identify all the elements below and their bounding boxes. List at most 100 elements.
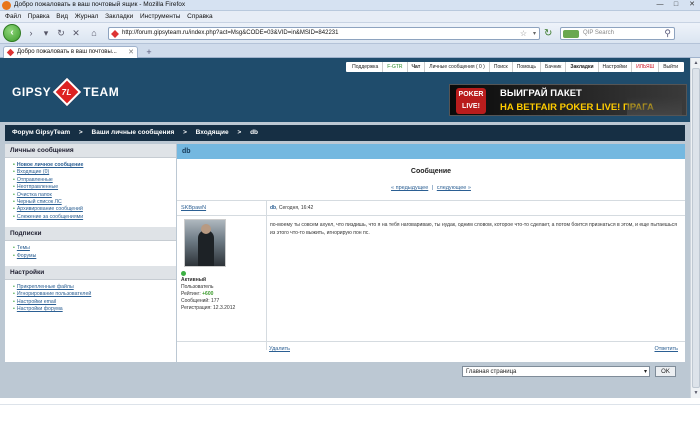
reply-link[interactable]: Ответить bbox=[654, 346, 678, 352]
nav-messages[interactable]: Личные сообщения ( 0 ) bbox=[425, 62, 490, 72]
sidebar-item-archive[interactable]: Архивирование сообщений bbox=[13, 206, 170, 213]
firefox-icon bbox=[2, 1, 11, 10]
avatar bbox=[184, 219, 226, 267]
minimize-button[interactable]: — bbox=[654, 0, 666, 9]
vertical-scrollbar[interactable]: ▲ ▼ bbox=[690, 58, 700, 398]
search-icon[interactable]: ⚲ bbox=[664, 28, 671, 39]
message-header: db bbox=[177, 144, 685, 159]
author-registration: Регистрация: 12.3.2012 bbox=[181, 305, 236, 311]
reload-icon[interactable]: ↻ bbox=[55, 27, 67, 39]
message-time: , Сегодня, 16:42 bbox=[276, 205, 314, 211]
home-icon[interactable]: ⌂ bbox=[88, 27, 100, 39]
site-favicon-icon bbox=[111, 30, 119, 38]
page-viewport: Поддержка F-GTR Чат Личные сообщения ( 0… bbox=[0, 58, 690, 398]
go-icon[interactable]: ↻ bbox=[544, 27, 556, 40]
sidebar-item-new-message[interactable]: Новое личное сообщение bbox=[13, 162, 170, 169]
forward-icon[interactable]: › bbox=[25, 27, 37, 39]
ok-button[interactable]: OK bbox=[655, 366, 676, 377]
maximize-button[interactable]: □ bbox=[670, 0, 682, 9]
bookmark-star-icon[interactable]: ☆ bbox=[520, 29, 527, 38]
sidebar-item-inbox[interactable]: Входящие (0) bbox=[13, 169, 170, 176]
sidebar-item-ignore-users[interactable]: Игнорирование пользователей bbox=[13, 291, 170, 298]
nav-settings[interactable]: Настройки bbox=[599, 62, 633, 72]
sidebar-item-sent[interactable]: Отправленные bbox=[13, 177, 170, 184]
sidebar-section-title: Настройки bbox=[5, 266, 176, 281]
delete-link[interactable]: Удалить bbox=[269, 346, 290, 352]
author-name[interactable]: SKBpawN bbox=[181, 205, 206, 211]
search-box[interactable]: QIP Search ⚲ bbox=[560, 27, 675, 40]
breadcrumb-inbox[interactable]: Входящие bbox=[196, 129, 229, 136]
tab-label[interactable]: Добро пожаловать в ваш почтовы... bbox=[17, 49, 117, 55]
nav-fgtr[interactable]: F-GTR bbox=[383, 62, 408, 72]
sidebar-item-tracking[interactable]: Слежение за сообщениями bbox=[13, 214, 170, 221]
sidebar-item-forums[interactable]: Форумы bbox=[13, 253, 170, 260]
author-status: Активный bbox=[181, 277, 207, 283]
nav-bookmarks[interactable]: Закладки bbox=[566, 62, 599, 72]
search-placeholder[interactable]: QIP Search bbox=[583, 30, 614, 36]
navigation-toolbar: ‹ › ▾ ↻ ✕ ⌂ http://forum.gipsyteam.ru/in… bbox=[0, 23, 700, 44]
breadcrumb-forum[interactable]: Форум GipsyTeam bbox=[12, 129, 70, 136]
scroll-up-icon[interactable]: ▲ bbox=[692, 59, 700, 67]
site-top-nav: Поддержка F-GTR Чат Личные сообщения ( 0… bbox=[346, 62, 684, 72]
search-engine-icon[interactable] bbox=[563, 30, 579, 38]
author-group: Пользователь bbox=[181, 284, 214, 290]
message-nav: « предыдущее | следующее » bbox=[177, 185, 685, 191]
dropdown-history-icon[interactable]: ▾ bbox=[40, 27, 52, 39]
tab-active[interactable]: Добро пожаловать в ваш почтовы... ✕ bbox=[3, 46, 138, 58]
sidebar-item-unsent[interactable]: Неотправленные bbox=[13, 184, 170, 191]
prev-message-link[interactable]: « предыдущее bbox=[391, 185, 428, 191]
new-tab-button[interactable]: + bbox=[143, 47, 155, 57]
sidebar-item-topics[interactable]: Темы bbox=[13, 245, 170, 252]
menu-edit[interactable]: Правка bbox=[28, 11, 50, 23]
reputation-label: Рейтинг: bbox=[181, 291, 203, 297]
message-nav-separator: | bbox=[431, 185, 434, 191]
message-meta: db, Сегодня, 16:42 bbox=[270, 205, 313, 211]
close-window-button[interactable]: ✕ bbox=[686, 0, 698, 9]
menu-history[interactable]: Журнал bbox=[75, 11, 99, 23]
scroll-down-icon[interactable]: ▼ bbox=[692, 389, 700, 397]
site-logo[interactable]: GIPSY 7L TEAM bbox=[12, 77, 120, 107]
tab-bar: Добро пожаловать в ваш почтовы... ✕ + bbox=[0, 44, 700, 58]
window-title: Добро пожаловать в ваш почтовый ящик - M… bbox=[14, 1, 186, 8]
message-body: по-моему ты совсем ахуел, что пиздишь, ч… bbox=[270, 222, 677, 236]
nav-support[interactable]: Поддержка bbox=[348, 62, 384, 72]
back-button[interactable]: ‹ bbox=[3, 24, 21, 42]
forum-jump-value[interactable]: Главная страница bbox=[466, 369, 516, 375]
breadcrumb-messages[interactable]: Ваши личные сообщения bbox=[92, 129, 175, 136]
page-bottom bbox=[0, 398, 700, 438]
nav-username[interactable]: ИЛЬЯШ bbox=[632, 62, 660, 72]
badge-line2: LIVE! bbox=[462, 103, 480, 110]
menu-tools[interactable]: Инструменты bbox=[140, 11, 181, 23]
url-text[interactable]: http://forum.gipsyteam.ru/index.php?act=… bbox=[122, 30, 338, 36]
menu-view[interactable]: Вид bbox=[56, 11, 68, 23]
nav-search[interactable]: Поиск bbox=[490, 62, 513, 72]
chevron-down-icon[interactable]: ▾ bbox=[644, 367, 647, 377]
next-message-link[interactable]: следующее » bbox=[437, 185, 471, 191]
breadcrumb-sep: > bbox=[78, 129, 83, 136]
sidebar-section-title: Личные сообщения bbox=[5, 144, 176, 158]
sidebar: Личные сообщения Новое личное сообщение … bbox=[5, 144, 176, 362]
badge-line1: POKER bbox=[458, 91, 484, 98]
logo-right-text: TEAM bbox=[83, 85, 120, 99]
sidebar-item-clear-folders[interactable]: Очистка папок bbox=[13, 192, 170, 199]
logo-mark-text: 7L bbox=[62, 87, 73, 97]
nav-bachnik[interactable]: Бачник bbox=[541, 62, 567, 72]
menu-help[interactable]: Справка bbox=[187, 11, 213, 23]
menu-file[interactable]: Файл bbox=[5, 11, 21, 23]
sidebar-item-forum-settings[interactable]: Настройки форума bbox=[13, 306, 170, 313]
ad-banner[interactable]: POKER LIVE! ВЫИГРАЙ ПАКЕТ НА BETFAIR POK… bbox=[449, 84, 687, 116]
forum-jump-select[interactable]: Главная страница ▾ bbox=[462, 366, 650, 377]
scroll-thumb[interactable] bbox=[692, 68, 700, 388]
nav-chat[interactable]: Чат bbox=[408, 62, 426, 72]
url-dropdown-icon[interactable]: ▾ bbox=[533, 30, 536, 37]
menu-bookmarks[interactable]: Закладки bbox=[105, 11, 133, 23]
banner-skyline bbox=[627, 97, 682, 115]
stop-icon[interactable]: ✕ bbox=[70, 27, 82, 39]
site-header: Поддержка F-GTR Чат Личные сообщения ( 0… bbox=[0, 58, 690, 122]
nav-help[interactable]: Помощь bbox=[513, 62, 542, 72]
url-bar[interactable]: http://forum.gipsyteam.ru/index.php?act=… bbox=[108, 27, 540, 40]
reputation-value: +600 bbox=[202, 291, 214, 297]
close-tab-icon[interactable]: ✕ bbox=[128, 48, 134, 56]
author-posts: Сообщений: 177 bbox=[181, 298, 220, 304]
nav-logout[interactable]: Выйти bbox=[659, 62, 682, 72]
